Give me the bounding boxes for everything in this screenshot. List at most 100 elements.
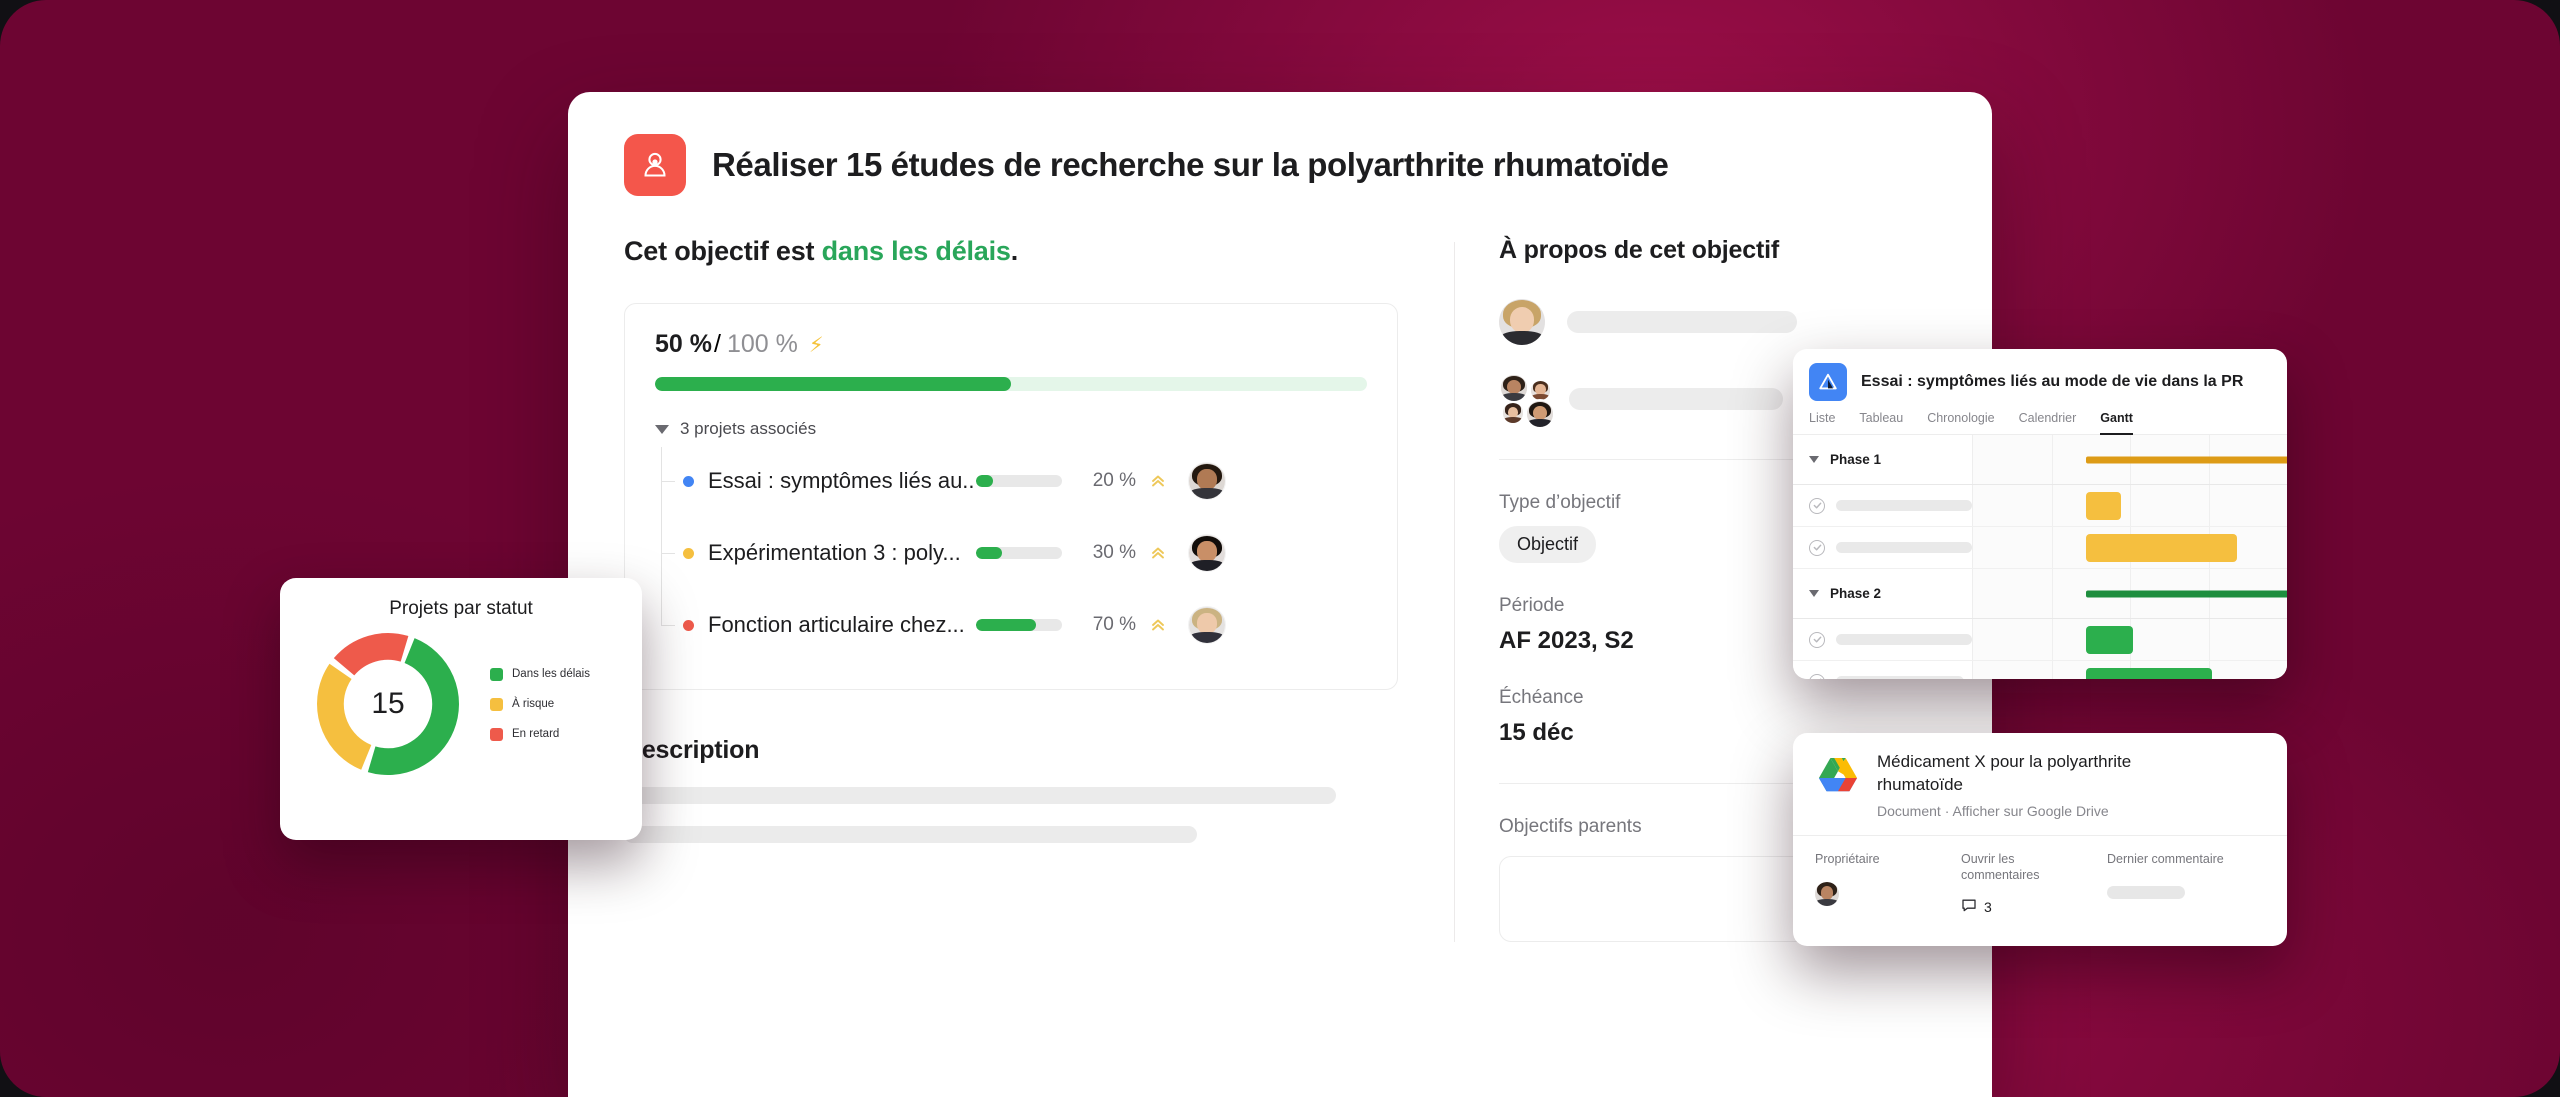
gantt-phase-row[interactable]: Phase 1: [1793, 435, 2287, 485]
project-name[interactable]: Fonction articulaire chez...: [708, 612, 976, 638]
avatar: [1501, 401, 1525, 425]
tab-gantt[interactable]: Gantt: [2100, 411, 2133, 435]
project-status-dot: [683, 475, 694, 487]
gantt-summary-bar[interactable]: [2086, 456, 2287, 463]
goal-header: Réaliser 15 études de recherche sur la p…: [568, 92, 1992, 196]
project-progress-bar: [976, 475, 1062, 487]
tab-liste[interactable]: Liste: [1809, 411, 1835, 434]
triangle-down-icon[interactable]: [1809, 590, 1819, 597]
avatar[interactable]: [1815, 881, 1839, 906]
progress-total-value: 100 %: [726, 330, 798, 358]
donut-center-value: 15: [371, 687, 405, 720]
gantt-task-name-placeholder: [1836, 542, 1972, 553]
legend-item[interactable]: Dans les délais: [490, 667, 590, 681]
project-status-dot: [683, 619, 694, 631]
comment-count-row[interactable]: 3: [1961, 897, 2081, 916]
goal-progress-fill: [655, 377, 1011, 391]
tab-calendrier[interactable]: Calendrier: [2019, 411, 2077, 434]
project-name[interactable]: Expérimentation 3 : poly...: [708, 540, 976, 566]
description-placeholder-line: [624, 787, 1337, 804]
gantt-row-label: [1793, 619, 1973, 660]
gantt-phase-row[interactable]: Phase 2: [1793, 569, 2287, 619]
progress-separator: /: [713, 330, 721, 358]
legend-item[interactable]: À risque: [490, 697, 590, 711]
project-progress-percent: 30 %: [1092, 542, 1136, 563]
tab-tableau[interactable]: Tableau: [1859, 411, 1903, 434]
gantt-task-bar[interactable]: [2086, 625, 2134, 654]
check-circle-icon[interactable]: [1809, 497, 1825, 514]
drive-card-meta: Propriétaire Ouvrir les commentaires 3 Dern…: [1793, 836, 2287, 916]
gantt-task-row[interactable]: [1793, 619, 2287, 661]
list-item[interactable]: Fonction articulaire chez... 70 %: [661, 589, 1367, 661]
project-name[interactable]: Essai : symptômes liés au...: [708, 468, 976, 494]
gantt-summary-bar[interactable]: [2086, 590, 2287, 597]
progress-current-value: 50 %: [655, 330, 712, 358]
check-circle-icon[interactable]: [1809, 631, 1825, 648]
drive-card-text: Médicament X pour la polyarthrite rhumat…: [1877, 751, 2177, 819]
legend-item[interactable]: En retard: [490, 727, 590, 741]
list-item[interactable]: Expérimentation 3 : poly... 30 %: [661, 517, 1367, 589]
owner-name-placeholder: [1567, 311, 1797, 333]
gantt-row-label: Phase 1: [1793, 435, 1973, 484]
avatar[interactable]: [1188, 606, 1226, 644]
members-placeholder: [1569, 388, 1783, 410]
gantt-grid: Phase 1 Phase 2: [1793, 435, 2287, 679]
gantt-task-name-placeholder: [1836, 634, 1972, 645]
triangle-down-icon: [655, 424, 669, 434]
progress-panel: 50 % / 100 % ⚡ 3 projets associés Essai …: [624, 303, 1398, 690]
project-gantt-card: Essai : symptômes liés au mode de vie da…: [1793, 349, 2287, 679]
gantt-task-row[interactable]: [1793, 527, 2287, 569]
gantt-row-label: [1793, 485, 1973, 526]
screenshot-stage: Réaliser 15 études de recherche sur la p…: [0, 0, 2560, 1097]
goal-owner-row[interactable]: [1499, 299, 1952, 345]
about-title: À propos de cet objectif: [1499, 236, 1779, 264]
document-subtitle[interactable]: Document · Afficher sur Google Drive: [1877, 803, 2177, 819]
drive-card-header: Médicament X pour la polyarthrite rhumat…: [1793, 733, 2287, 835]
drive-meta-label: Ouvrir les commentaires: [1961, 852, 2040, 882]
last-comment-placeholder: [2107, 885, 2185, 899]
goal-progress-bar: [655, 377, 1367, 391]
document-title[interactable]: Médicament X pour la polyarthrite rhumat…: [1877, 751, 2177, 796]
drive-meta-label: Propriétaire: [1815, 852, 1880, 867]
description-placeholder-line: [624, 826, 1197, 843]
gantt-task-row[interactable]: [1793, 661, 2287, 679]
triangle-down-icon[interactable]: [1809, 456, 1819, 463]
gantt-row-timeline: [1973, 661, 2287, 679]
list-item[interactable]: Essai : symptômes liés au... 20 %: [661, 445, 1367, 517]
status-suffix: .: [1010, 236, 1019, 266]
gantt-task-bar[interactable]: [2086, 533, 2237, 562]
projects-by-status-card: Projets par statut 15 Dans les délais À r…: [280, 578, 642, 840]
associated-projects-toggle[interactable]: 3 projets associés: [655, 419, 1367, 439]
legend-swatch: [490, 727, 503, 741]
goal-detail-card: Réaliser 15 études de recherche sur la p…: [568, 92, 1992, 1097]
gantt-row-timeline: [1973, 619, 2287, 660]
donut-chart[interactable]: 15: [312, 628, 464, 780]
avatar[interactable]: [1188, 462, 1226, 500]
drive-meta-label: Dernier commentaire: [2107, 852, 2224, 867]
gantt-task-bar[interactable]: [2086, 667, 2212, 679]
description-section: Description: [624, 736, 1398, 843]
check-circle-icon[interactable]: [1809, 539, 1825, 556]
goal-status-sentence: Cet objectif est dans les délais.: [624, 236, 1398, 267]
comment-count: 3: [1984, 898, 1992, 915]
avatar[interactable]: [1188, 534, 1226, 572]
avatar: [1525, 399, 1555, 429]
associated-projects-label: 3 projets associés: [680, 419, 817, 438]
legend-label: À risque: [512, 698, 555, 710]
legend-label: En retard: [512, 728, 560, 740]
project-status-dot: [683, 547, 694, 559]
status-badge[interactable]: Objectif: [1499, 526, 1597, 563]
tab-chronologie[interactable]: Chronologie: [1927, 411, 1994, 434]
double-chevron-up-icon: [1148, 616, 1168, 634]
description-title: Description: [624, 736, 760, 764]
member-avatar-group: [1499, 373, 1557, 429]
associated-projects-list: Essai : symptômes liés au... 20 % Expérime…: [655, 445, 1367, 661]
gantt-task-bar[interactable]: [2086, 491, 2121, 520]
legend-swatch: [490, 697, 503, 711]
gantt-task-row[interactable]: [1793, 485, 2287, 527]
gantt-row-label: [1793, 527, 1973, 568]
google-drive-attachment-card: Médicament X pour la polyarthrite rhumat…: [1793, 733, 2287, 946]
check-circle-icon[interactable]: [1809, 673, 1825, 679]
drive-meta-column[interactable]: Ouvrir les commentaires 3: [1961, 852, 2081, 916]
project-progress-bar: [976, 547, 1062, 559]
